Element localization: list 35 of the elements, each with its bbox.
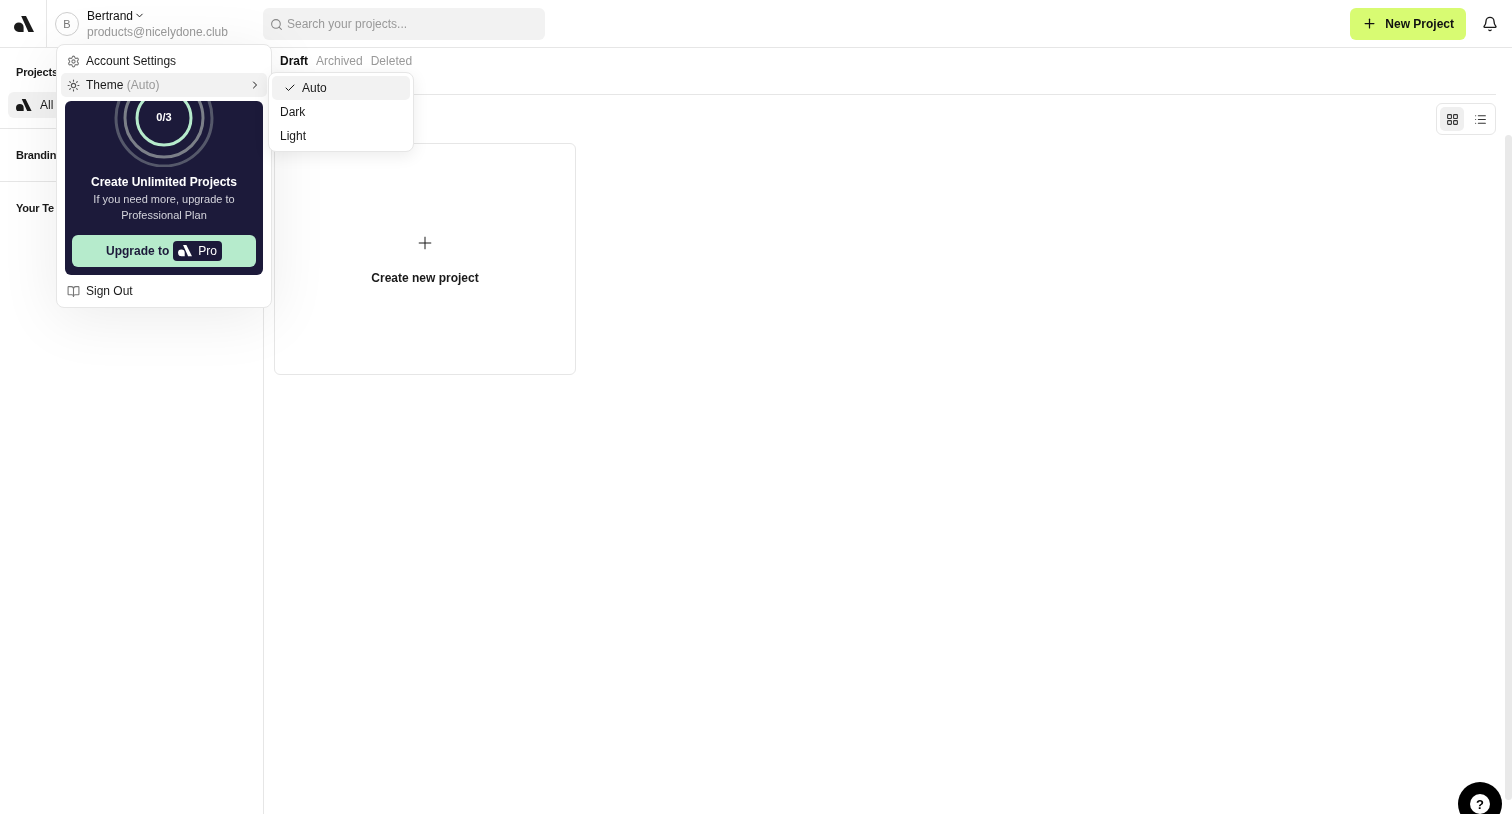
user-email: products@nicelydone.club [87, 24, 229, 39]
logo-icon [16, 98, 32, 112]
plus-icon [1362, 16, 1378, 31]
pro-badge: Pro [173, 241, 222, 261]
card-label: Create new project [371, 271, 479, 285]
new-project-button[interactable]: New Project [1350, 7, 1466, 40]
logo-icon [14, 15, 34, 32]
menu-item[interactable]: Theme (Auto) [61, 73, 267, 97]
sign-out-item[interactable]: Sign Out [61, 279, 267, 303]
sidebar-section[interactable]: Brandin [16, 149, 57, 161]
promo-title: Create Unlimited Projects [90, 175, 237, 189]
grid-view-button[interactable] [1440, 107, 1464, 131]
sidebar-item-label: All [40, 98, 54, 112]
theme-option[interactable]: Auto [272, 76, 410, 100]
help-button[interactable]: ? [1458, 782, 1502, 814]
search-icon [270, 17, 283, 31]
menu-item[interactable]: Account Settings [61, 49, 267, 73]
menu-item-label: Theme (Auto) [86, 78, 160, 92]
logo-icon [178, 245, 193, 257]
sun-icon [67, 78, 80, 92]
check-icon [284, 82, 296, 94]
search-field[interactable]: Search your projects... [263, 7, 545, 40]
theme-option[interactable]: Dark [272, 100, 410, 124]
settings-icon [67, 54, 80, 68]
sidebar-heading: Projects [16, 65, 58, 80]
list-icon [1473, 112, 1487, 126]
project-count: 0/3 [155, 111, 173, 123]
grid-icon [1445, 112, 1459, 126]
user-name[interactable]: Bertrand [87, 8, 263, 23]
status-tab[interactable]: Draft [280, 54, 308, 68]
menu-item-label: Account Settings [86, 54, 177, 68]
promo-text: If you need more, upgrade to Professional Plan [92, 192, 236, 223]
sidebar-section[interactable]: Your Te [16, 202, 54, 214]
notifications-icon[interactable] [1482, 15, 1498, 32]
upgrade-button[interactable]: Upgrade to Pro [72, 235, 256, 267]
